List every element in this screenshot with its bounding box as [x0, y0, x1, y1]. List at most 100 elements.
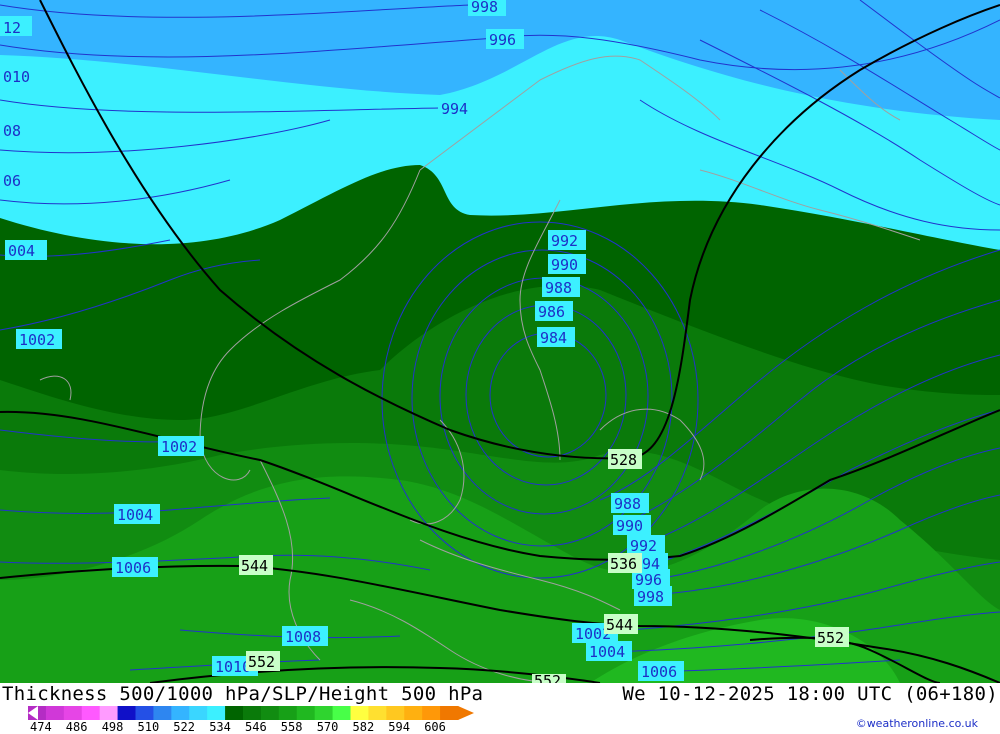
svg-text:992: 992	[551, 232, 578, 250]
slp-label: 996	[486, 29, 524, 49]
slp-label: 1002	[158, 436, 204, 456]
svg-text:990: 990	[616, 517, 643, 535]
slp-label: 12	[0, 16, 32, 37]
legend-swatch	[63, 706, 83, 720]
svg-text:544: 544	[606, 616, 633, 634]
thickness-label: 552	[815, 627, 849, 647]
svg-text:1004: 1004	[589, 643, 625, 661]
legend-tick-label: 474	[30, 720, 52, 734]
svg-text:998: 998	[637, 588, 664, 606]
slp-label: 010	[0, 66, 36, 86]
footer: Thickness 500/1000 hPa/SLP/Height 500 hP…	[0, 683, 1000, 734]
thickness-label: 552	[246, 651, 280, 671]
slp-label: 1004	[586, 641, 632, 661]
slp-label: 1006	[112, 557, 158, 577]
svg-text:552: 552	[534, 672, 561, 683]
weather-map: 12 010 08 06 004 1002 1002 1004 1006 100…	[0, 0, 1000, 683]
legend-tick-label: 534	[209, 720, 231, 734]
svg-text:08: 08	[3, 122, 21, 140]
slp-label: 1002	[16, 329, 62, 349]
legend-tick-label: 594	[388, 720, 410, 734]
svg-text:988: 988	[545, 279, 572, 297]
legend-tick-label: 570	[316, 720, 339, 734]
legend-swatch	[117, 706, 136, 720]
legend-tick-label: 606	[424, 720, 446, 734]
legend-swatch	[189, 706, 208, 720]
legend-swatch	[404, 706, 423, 720]
legend-swatch	[243, 706, 262, 720]
svg-text:1008: 1008	[285, 628, 321, 646]
legend-swatch	[314, 706, 334, 720]
svg-text:06: 06	[3, 172, 21, 190]
slp-label: 990	[613, 515, 651, 535]
legend-swatch	[386, 706, 405, 720]
legend-tick-label: 546	[245, 720, 267, 734]
slp-label: 004	[5, 240, 47, 260]
thickness-label: 536	[608, 553, 642, 573]
legend-tick-label: 498	[101, 720, 124, 734]
valid-time: We 10-12-2025 18:00 UTC (06+180)	[622, 683, 998, 705]
svg-text:994: 994	[441, 100, 468, 118]
legend-arrow-right	[458, 706, 474, 720]
slp-label: 988	[611, 493, 649, 513]
thickness-label: 544	[604, 614, 638, 634]
svg-text:528: 528	[610, 451, 637, 469]
svg-text:12: 12	[3, 19, 21, 37]
legend-swatch	[81, 706, 101, 720]
svg-text:992: 992	[630, 537, 657, 555]
legend-swatch	[278, 706, 298, 720]
svg-text:1002: 1002	[161, 438, 197, 456]
svg-text:1006: 1006	[115, 559, 151, 577]
slp-label: 1006	[638, 661, 684, 681]
svg-text:544: 544	[241, 557, 268, 575]
legend-swatch	[296, 706, 316, 720]
legend-tick-label: 582	[352, 720, 375, 734]
legend-tick-label: 522	[173, 720, 195, 734]
legend-tick-label: 486	[65, 720, 88, 734]
slp-label: 1004	[114, 504, 160, 524]
thickness-label: 544	[239, 555, 273, 575]
slp-label: 984	[537, 327, 575, 347]
slp-label: 990	[548, 254, 586, 274]
legend-ticks: 474 486 498 510 522 534 546 558 570 582 594 606	[28, 720, 498, 734]
credit: ©weatheronline.co.uk	[855, 717, 978, 730]
svg-text:010: 010	[3, 68, 30, 86]
legend-swatch	[260, 706, 280, 720]
slp-label: 1008	[282, 626, 328, 646]
chart-title: Thickness 500/1000 hPa/SLP/Height 500 hP…	[2, 683, 484, 705]
legend-swatch	[135, 706, 154, 720]
svg-text:552: 552	[817, 629, 844, 647]
slp-label: 998	[468, 0, 506, 16]
svg-text:1010: 1010	[215, 658, 251, 676]
slp-label: 994	[438, 98, 476, 118]
legend-swatch	[171, 706, 190, 720]
thickness-label: 528	[608, 449, 642, 469]
slp-label: 986	[535, 301, 573, 321]
legend-swatch	[368, 706, 387, 720]
svg-text:986: 986	[538, 303, 565, 321]
slp-label: 992	[548, 230, 586, 250]
slp-label: 08	[0, 120, 32, 140]
legend-swatch	[422, 706, 441, 720]
legend-swatch	[225, 706, 244, 720]
legend-swatch	[440, 706, 459, 720]
legend-tick-label: 510	[137, 720, 160, 734]
svg-text:996: 996	[489, 31, 516, 49]
thickness-label: 552	[532, 672, 566, 683]
svg-text:004: 004	[8, 242, 35, 260]
slp-label: 06	[0, 170, 32, 190]
svg-text:990: 990	[551, 256, 578, 274]
svg-text:998: 998	[471, 0, 498, 16]
legend-tick-label: 558	[280, 720, 303, 734]
svg-text:1006: 1006	[641, 663, 677, 681]
legend-swatch	[332, 706, 351, 720]
svg-text:988: 988	[614, 495, 641, 513]
svg-text:536: 536	[610, 555, 637, 573]
legend-swatch	[99, 706, 119, 720]
svg-text:984: 984	[540, 329, 567, 347]
slp-label: 988	[542, 277, 580, 297]
legend-swatch	[350, 706, 369, 720]
legend-swatch	[153, 706, 172, 720]
slp-label: 998	[634, 586, 672, 606]
svg-text:552: 552	[248, 653, 275, 671]
